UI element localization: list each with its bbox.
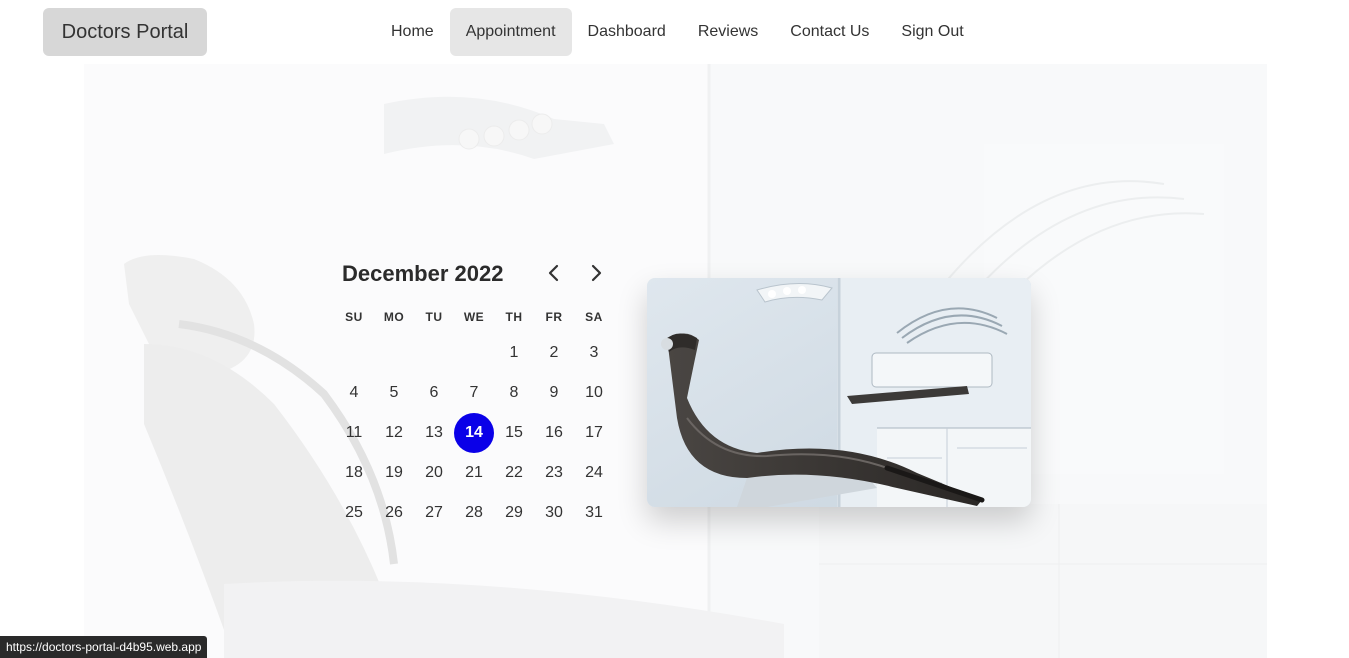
calendar-day-label: 14	[454, 413, 494, 453]
calendar-day[interactable]: 1	[494, 333, 534, 373]
calendar-week-row: 25 26 27 28 29 30 31	[334, 493, 614, 533]
calendar-empty-cell	[374, 333, 414, 373]
browser-status-url: https://doctors-portal-d4b95.web.app	[0, 636, 208, 658]
dental-chair-illustration	[647, 278, 1031, 507]
appointment-calendar: December 2022 SU MO TU WE TH FR SA 12345…	[334, 253, 614, 533]
calendar-day[interactable]: 20	[414, 453, 454, 493]
calendar-day[interactable]: 28	[454, 493, 494, 533]
calendar-day[interactable]: 11	[334, 413, 374, 453]
calendar-day[interactable]: 26	[374, 493, 414, 533]
calendar-empty-cell	[414, 333, 454, 373]
calendar-day-label: 10	[585, 384, 603, 401]
calendar-day-label: 12	[385, 424, 403, 441]
nav-home[interactable]: Home	[375, 8, 450, 56]
calendar-day[interactable]: 18	[334, 453, 374, 493]
calendar-day-label: 24	[585, 464, 603, 481]
weekday-label: MO	[383, 310, 405, 324]
calendar-day[interactable]: 24	[574, 453, 614, 493]
calendar-day-label: 13	[425, 424, 443, 441]
calendar-day[interactable]: 23	[534, 453, 574, 493]
weekday-label: TU	[425, 310, 443, 324]
calendar-day-label: 31	[585, 504, 603, 521]
calendar-day[interactable]: 6	[414, 373, 454, 413]
chevron-left-icon	[548, 264, 559, 282]
calendar-day[interactable]: 17	[574, 413, 614, 453]
calendar-day-label: 22	[505, 464, 523, 481]
calendar-day[interactable]: 2	[534, 333, 574, 373]
weekday-label: FR	[545, 310, 563, 324]
calendar-day-label: 27	[425, 504, 443, 521]
calendar-day[interactable]: 8	[494, 373, 534, 413]
calendar-day[interactable]: 27	[414, 493, 454, 533]
calendar-day[interactable]: 4	[334, 373, 374, 413]
calendar-month-title: December 2022	[342, 261, 504, 286]
calendar-day-label: 21	[465, 464, 483, 481]
brand-logo[interactable]: Doctors Portal	[43, 8, 207, 56]
calendar-day-label: 6	[429, 384, 439, 401]
calendar-day-label: 5	[389, 384, 399, 401]
calendar-day[interactable]: 31	[574, 493, 614, 533]
calendar-week-row: 11 12 13 14 15 16 17	[334, 413, 614, 453]
nav-appointment[interactable]: Appointment	[449, 8, 572, 56]
calendar-header: December 2022	[334, 253, 614, 293]
calendar-day-selected[interactable]: 14	[454, 413, 494, 453]
calendar-day-label: 15	[505, 424, 523, 441]
calendar-day-label: 3	[589, 344, 599, 361]
weekday-label: SU	[345, 310, 363, 324]
calendar-day-label: 26	[385, 504, 403, 521]
dental-chair-image	[647, 278, 1031, 507]
nav-contact-us[interactable]: Contact Us	[774, 8, 885, 56]
calendar-day-label: 17	[585, 424, 603, 441]
calendar-day[interactable]: 10	[574, 373, 614, 413]
calendar-day-label: 2	[549, 344, 559, 361]
calendar-day-label: 18	[345, 464, 363, 481]
calendar-day-label: 19	[385, 464, 403, 481]
calendar-empty-cell	[454, 333, 494, 373]
calendar-day-label: 30	[545, 504, 563, 521]
calendar-day-label: 9	[549, 384, 559, 401]
nav-sign-out[interactable]: Sign Out	[885, 8, 979, 56]
calendar-day[interactable]: 21	[454, 453, 494, 493]
weekday-label: WE	[463, 310, 485, 324]
calendar-day[interactable]: 22	[494, 453, 534, 493]
calendar-day[interactable]: 9	[534, 373, 574, 413]
calendar-week-row: 1 2 3	[334, 333, 614, 373]
calendar-day-label: 20	[425, 464, 443, 481]
calendar-day[interactable]: 3	[574, 333, 614, 373]
calendar-week-row: 4 5 6 7 8 9 10	[334, 373, 614, 413]
calendar-day[interactable]: 13	[414, 413, 454, 453]
weekday-header-row: SU MO TU WE TH FR SA	[334, 306, 614, 328]
calendar-day[interactable]: 12	[374, 413, 414, 453]
calendar-day[interactable]: 25	[334, 493, 374, 533]
calendar-empty-cell	[334, 333, 374, 373]
weekday-label: SA	[585, 310, 603, 324]
calendar-day-label: 7	[469, 384, 479, 401]
calendar-day-label: 16	[545, 424, 563, 441]
chevron-right-icon	[591, 264, 602, 282]
calendar-day[interactable]: 7	[454, 373, 494, 413]
nav-reviews[interactable]: Reviews	[682, 8, 774, 56]
calendar-day[interactable]: 19	[374, 453, 414, 493]
calendar-day[interactable]: 30	[534, 493, 574, 533]
calendar-day-label: 29	[505, 504, 523, 521]
page: Doctors Portal Home Appointment Dashboar…	[0, 0, 1349, 658]
calendar-day-label: 25	[345, 504, 363, 521]
weekday-label: TH	[505, 310, 523, 324]
calendar-day[interactable]: 5	[374, 373, 414, 413]
calendar-days-grid: 1 2 3 4 5 6 7 8 9 10 11 12 13 14 15 16 17 18 19 20 21 22 23 24 2…	[334, 333, 614, 533]
calendar-day-label: 1	[509, 344, 519, 361]
calendar-day-label: 4	[349, 384, 359, 401]
calendar-day-label: 23	[545, 464, 563, 481]
previous-month-button[interactable]	[540, 259, 568, 287]
next-month-button[interactable]	[582, 259, 610, 287]
calendar-day[interactable]: 16	[534, 413, 574, 453]
calendar-day[interactable]: 29	[494, 493, 534, 533]
calendar-week-row: 18 19 20 21 22 23 24	[334, 453, 614, 493]
calendar-day-label: 8	[509, 384, 519, 401]
main-nav: Home Appointment Dashboard Reviews Conta…	[375, 8, 980, 56]
nav-dashboard[interactable]: Dashboard	[572, 8, 682, 56]
calendar-day[interactable]: 15	[494, 413, 534, 453]
calendar-day-label: 28	[465, 504, 483, 521]
calendar-day-label: 11	[345, 424, 363, 441]
